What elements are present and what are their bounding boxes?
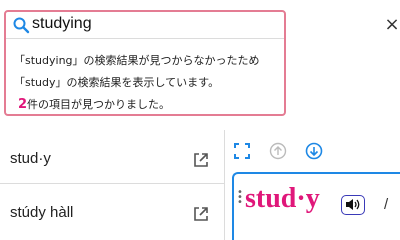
list-item[interactable]: stúdy hàll bbox=[0, 184, 224, 238]
drag-handle-icon[interactable]: • • • bbox=[237, 188, 243, 208]
message-showing: 「study」の検索結果を表示しています。 bbox=[14, 76, 220, 89]
dictionary-app: 「studying」の検索結果が見つからなかったため 「study」の検索結果を… bbox=[0, 0, 400, 240]
pronunciation-button[interactable] bbox=[341, 195, 365, 215]
search-result-message: 「studying」の検索結果が見つからなかったため 「study」の検索結果を… bbox=[14, 50, 284, 116]
arrow-down-icon[interactable] bbox=[305, 142, 323, 160]
fullscreen-icon[interactable] bbox=[233, 142, 251, 160]
open-in-new-icon[interactable] bbox=[193, 206, 209, 222]
arrow-up-icon[interactable] bbox=[269, 142, 287, 160]
list-item-label: stúdy hàll bbox=[10, 204, 74, 221]
pronunciation-separator: / bbox=[384, 196, 389, 213]
search-input[interactable] bbox=[32, 14, 272, 34]
open-in-new-icon[interactable] bbox=[193, 152, 209, 168]
message-count-line: 2件の項目が見つかりました。 bbox=[14, 94, 284, 116]
detail-toolbar bbox=[225, 130, 400, 170]
list-item[interactable]: stud·y bbox=[0, 130, 224, 184]
result-list: stud·y stúdy hàll bbox=[0, 130, 224, 240]
search-bar bbox=[6, 12, 284, 39]
close-button[interactable]: × bbox=[384, 14, 400, 36]
search-icon bbox=[13, 17, 30, 34]
speaker-icon bbox=[346, 199, 360, 210]
message-not-found: 「studying」の検索結果が見つからなかったため bbox=[14, 54, 260, 67]
search-panel: 「studying」の検索結果が見つからなかったため 「study」の検索結果を… bbox=[4, 10, 286, 116]
entry-headword: stud·y bbox=[245, 183, 320, 214]
list-item-label: stud·y bbox=[10, 150, 51, 167]
result-count-suffix: 件の項目が見つかりました。 bbox=[27, 98, 171, 111]
result-count: 2 bbox=[18, 97, 28, 112]
